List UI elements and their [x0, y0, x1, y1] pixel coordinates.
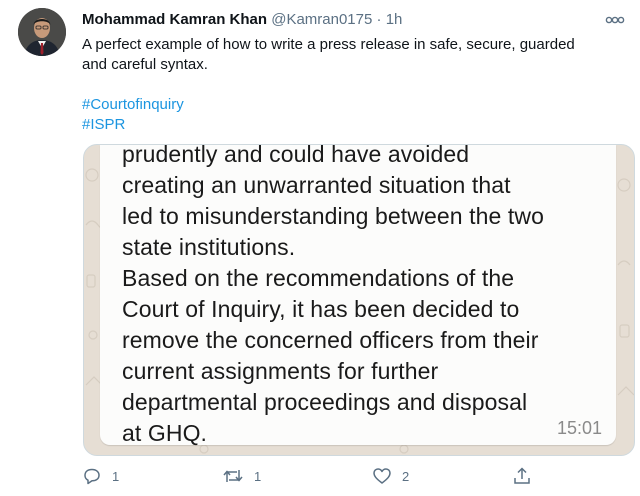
reply-button[interactable]: 1 [82, 466, 119, 486]
message-line: prudently and could have avoided [122, 144, 470, 167]
tweet-time[interactable]: 1h [386, 11, 403, 28]
hashtag-link[interactable]: #Courtofinquiry [82, 95, 184, 115]
chat-message-bubble: prudently and could have avoided creatin… [100, 145, 616, 446]
tweet[interactable]: Mohammad Kamran Khan @Kamran0175 · 1h A … [0, 0, 640, 496]
retweet-button[interactable]: 1 [222, 466, 261, 486]
tweet-text: A perfect example of how to write a pres… [82, 36, 575, 73]
separator-dot: · [376, 11, 382, 28]
message-line: Based on the recommendations of the [122, 265, 515, 291]
reply-icon [84, 468, 100, 485]
message-line: creating an unwarranted situation that [122, 172, 511, 198]
retweet-count: 1 [254, 468, 262, 484]
hashtag-link[interactable]: #ISPR [82, 115, 184, 135]
avatar[interactable] [18, 8, 66, 56]
retweet-icon [223, 470, 243, 482]
avatar-image [18, 8, 66, 56]
message-line: current assignments for further [122, 358, 439, 384]
tweet-header: Mohammad Kamran Khan @Kamran0175 · 1h [82, 10, 402, 30]
hashtag-list: #Courtofinquiry #ISPR [82, 95, 184, 135]
media-image[interactable]: prudently and could have avoided creatin… [83, 144, 635, 456]
more-options-icon[interactable] [604, 10, 626, 30]
message-line: Court of Inquiry, it has been decided to [122, 296, 520, 322]
author-handle[interactable]: @Kamran0175 [271, 11, 372, 28]
like-count: 2 [402, 468, 410, 484]
message-line: at GHQ. [122, 420, 208, 446]
author-name[interactable]: Mohammad Kamran Khan [82, 11, 267, 28]
message-line: led to misunderstanding between the two [122, 203, 544, 229]
message-line: departmental proceedings and disposal [122, 389, 528, 415]
press-release-text: prudently and could have avoided creatin… [122, 144, 612, 449]
like-button[interactable]: 2 [372, 466, 409, 486]
message-line: state institutions. [122, 234, 296, 260]
message-line: remove the concerned officers from their [122, 327, 539, 353]
reply-count: 1 [112, 468, 120, 484]
like-icon [373, 468, 391, 484]
message-timestamp: 15:01 [556, 418, 602, 438]
tweet-actions: 1 1 2 [82, 466, 622, 488]
share-button[interactable] [512, 466, 532, 486]
share-icon [514, 467, 530, 484]
